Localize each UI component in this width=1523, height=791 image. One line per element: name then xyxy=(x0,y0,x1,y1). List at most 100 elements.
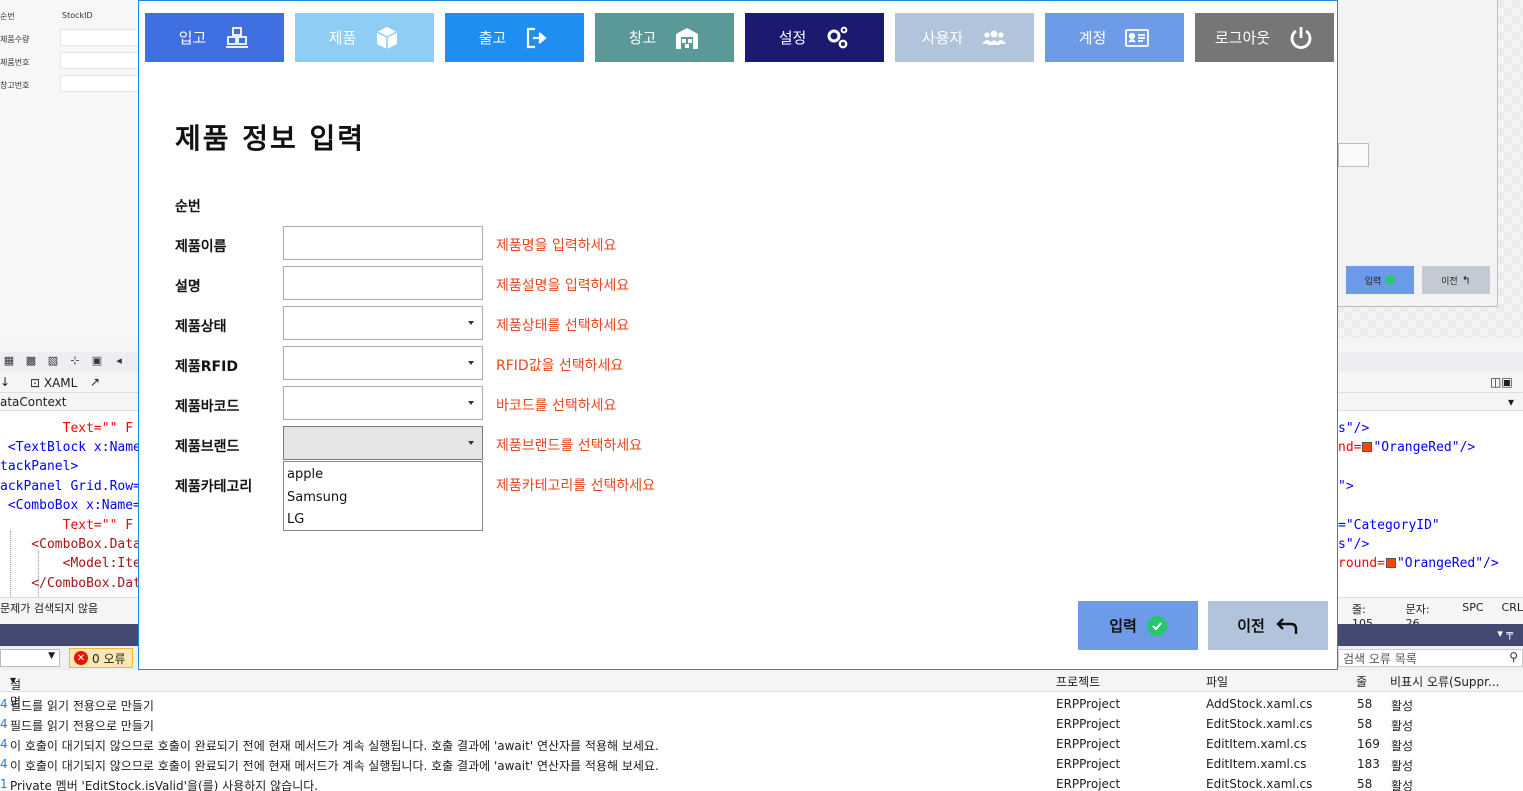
split-view-icon[interactable]: ◫▣ xyxy=(1490,375,1513,389)
code-line: <TextBlock x:Name= xyxy=(0,440,149,455)
grid-dense-icon[interactable]: ▩ xyxy=(22,354,40,367)
brand-dropdown-list: apple Samsung LG xyxy=(283,461,483,531)
table-row[interactable]: 4 이 호출이 대기되지 않으므로 호출이 완료되기 전에 현재 메서드가 계속… xyxy=(0,754,1523,774)
column-project[interactable]: 프로젝트 xyxy=(1056,673,1100,690)
checker-icon[interactable]: ▧ xyxy=(44,354,62,367)
table-row[interactable]: 1 Private 멤버 'EditStock.isValid'을(를) 사용하… xyxy=(0,774,1523,791)
row-code: 4 xyxy=(0,717,8,731)
designer-back-button[interactable]: 이전 ↰ xyxy=(1422,266,1490,294)
table-row[interactable]: 4 필드를 읽기 전용으로 만들기 ERPProject AddStock.xa… xyxy=(0,694,1523,714)
designer-label: 창고번호 xyxy=(0,81,30,90)
code-line: <ComboBox.Data xyxy=(0,537,141,552)
nav-label: 제품 xyxy=(328,29,357,47)
dropdown-option[interactable]: Samsung xyxy=(287,490,347,505)
code-line: <ComboBox x:Name=" xyxy=(0,498,149,513)
nav-label: 출고 xyxy=(478,29,507,47)
designer-box[interactable] xyxy=(1338,143,1369,167)
grid-icon[interactable]: ▦ xyxy=(0,354,18,367)
column-desc[interactable]: 설명 ▾ xyxy=(10,673,21,709)
chevron-down-icon[interactable]: ▾ xyxy=(1508,395,1514,409)
nav-product-button[interactable]: 제품 xyxy=(295,13,434,62)
color-swatch-icon xyxy=(1362,442,1373,452)
row-project: ERPProject xyxy=(1056,717,1121,731)
product-name-input[interactable] xyxy=(283,226,483,260)
brand-label: 제품브랜드 xyxy=(175,439,240,455)
back-button[interactable]: 이전 xyxy=(1208,601,1328,650)
code-line: round= "OrangeRed"/> xyxy=(1338,556,1499,571)
nav-label: 창고 xyxy=(628,29,657,47)
nav-warehouse-button[interactable]: 창고 xyxy=(595,13,734,62)
code-line: nd= "OrangeRed"/> xyxy=(1338,440,1475,455)
nav-outbound-button[interactable]: 출고 xyxy=(445,13,584,62)
nav-logout-button[interactable]: 로그아웃 xyxy=(1195,13,1334,62)
chevron-down-icon xyxy=(468,441,474,445)
nav-users-button[interactable]: 사용자 xyxy=(895,13,1034,62)
snap-icon[interactable]: ⊹ xyxy=(66,354,84,367)
nav-account-button[interactable]: 계정 xyxy=(1045,13,1184,62)
tab-xaml-label: XAML xyxy=(43,376,78,390)
brand-select[interactable] xyxy=(283,426,483,460)
submit-button[interactable]: 입력 xyxy=(1078,601,1198,650)
row-code: 4 xyxy=(0,757,8,771)
designer-field[interactable] xyxy=(60,29,140,46)
row-state: 활성 xyxy=(1391,699,1414,713)
code-line: Text="" F xyxy=(0,518,134,533)
dropdown-option[interactable]: apple xyxy=(287,467,323,482)
swap-icon[interactable]: ↓ xyxy=(0,375,10,389)
designer-column-header: StockID xyxy=(62,11,93,20)
undo-icon: ↰ xyxy=(1461,273,1471,287)
code-line: s"/> xyxy=(1338,421,1370,436)
row-state: 활성 xyxy=(1391,739,1414,753)
error-scope-select[interactable]: ▼ xyxy=(0,649,60,667)
designer-field[interactable] xyxy=(60,75,140,92)
column-suppression[interactable]: 비표시 오류(Suppr... xyxy=(1390,673,1499,690)
gears-icon xyxy=(827,26,848,48)
barcode-select[interactable] xyxy=(283,386,483,420)
popout-icon[interactable]: ↗ xyxy=(90,375,100,389)
description-input[interactable] xyxy=(283,266,483,300)
nav-settings-button[interactable]: 설정 xyxy=(745,13,884,62)
error-list-table: 설명 ▾ 프로젝트 파일 줄 비표시 오류(Suppr... 4 필드를 읽기 … xyxy=(0,670,1523,791)
dropdown-option[interactable]: LG xyxy=(287,512,304,527)
column-file[interactable]: 파일 xyxy=(1206,673,1228,690)
error-search-input[interactable]: 검색 오류 목록 ⚲ xyxy=(1338,649,1523,667)
row-project: ERPProject xyxy=(1056,777,1121,791)
box-icon xyxy=(376,26,398,49)
code-token: nd= xyxy=(1338,440,1362,455)
rfid-select[interactable] xyxy=(283,346,483,380)
error-icon: ✕ xyxy=(74,651,88,665)
name-label: 제품이름 xyxy=(175,239,227,255)
designer-back-label: 이전 xyxy=(1441,276,1458,287)
pin-icon[interactable]: ▾ ╤ xyxy=(1497,627,1513,640)
designer-field[interactable] xyxy=(60,52,140,69)
row-code: 4 xyxy=(0,737,8,751)
code-line: tackPanel> xyxy=(0,459,79,474)
scroll-left-icon[interactable]: ◂ xyxy=(110,354,128,367)
error-list-columns: 설명 ▾ 프로젝트 파일 줄 비표시 오류(Suppr... xyxy=(0,670,1523,709)
nav-label: 계정 xyxy=(1078,29,1107,47)
code-line: </ComboBox.Dat xyxy=(0,576,141,591)
row-line: 58 xyxy=(1357,697,1373,711)
status-select[interactable] xyxy=(283,306,483,340)
status-hint: 제품상태를 선택하세요 xyxy=(496,318,630,334)
name-hint: 제품명을 입력하세요 xyxy=(496,238,617,254)
category-label: 제품카테고리 xyxy=(175,479,253,495)
check-icon xyxy=(1385,275,1396,285)
chevron-down-icon xyxy=(468,321,474,325)
row-desc: 이 호출이 대기되지 않으므로 호출이 완료되기 전에 현재 메서드가 계속 실… xyxy=(10,739,659,753)
status-message: 문제가 검색되지 않음 xyxy=(0,602,99,615)
table-row[interactable]: 4 필드를 읽기 전용으로 만들기 ERPProject EditStock.x… xyxy=(0,714,1523,734)
data-context-label[interactable]: ataContext xyxy=(0,395,66,409)
nav-label: 로그아웃 xyxy=(1214,29,1271,47)
column-line[interactable]: 줄 xyxy=(1356,673,1367,690)
nav-inbound-button[interactable]: 입고 xyxy=(145,13,284,62)
row-line: 58 xyxy=(1357,777,1373,791)
status-label: 제품상태 xyxy=(175,319,227,335)
table-row[interactable]: 4 이 호출이 대기되지 않으므로 호출이 완료되기 전에 현재 메서드가 계속… xyxy=(0,734,1523,754)
designer-submit-button[interactable]: 입력 xyxy=(1346,266,1414,294)
device-icon[interactable]: ▣ xyxy=(88,354,106,367)
tab-xaml[interactable]: ⊡ XAML xyxy=(30,376,77,390)
rfid-hint: RFID값을 선택하세요 xyxy=(496,358,624,374)
error-count-toggle[interactable]: ✕ 0 오류 xyxy=(69,648,133,668)
row-state: 활성 xyxy=(1391,719,1414,733)
